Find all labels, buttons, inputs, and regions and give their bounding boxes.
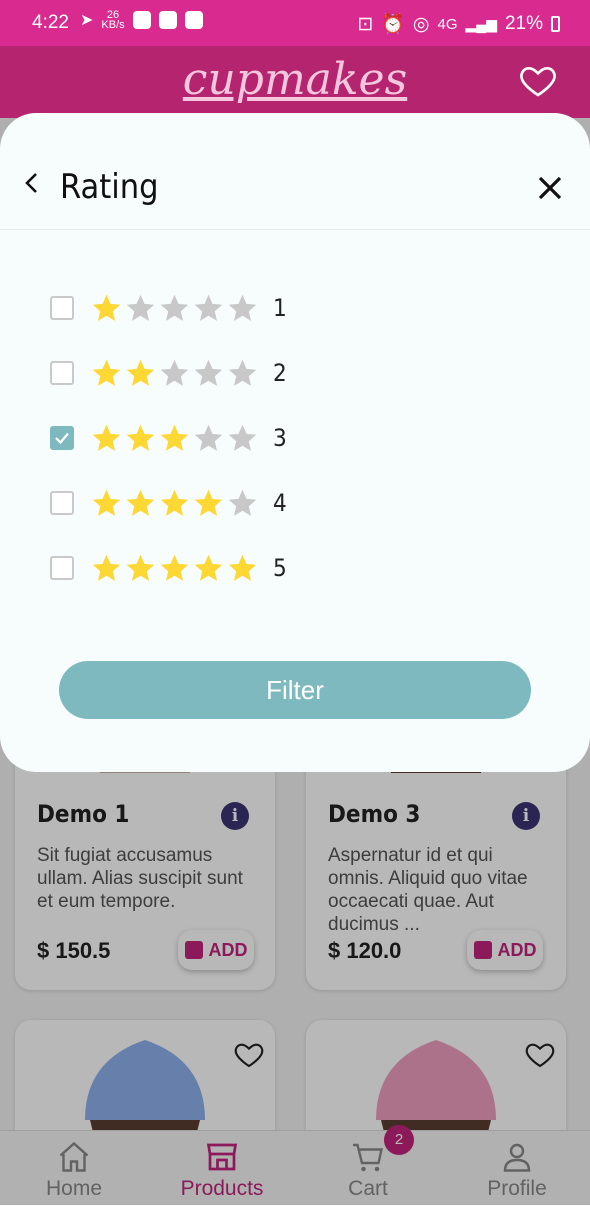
star-filled-icon (160, 489, 189, 516)
status-bar: 4:22 ➤ 26 KB/s ⊡ ⏰ ◎ 4G ▂▄▆ 21% (0, 0, 590, 46)
hotspot-icon: ◎ (412, 13, 430, 35)
rating-checkbox[interactable] (50, 296, 74, 320)
star-rating (90, 292, 259, 325)
star-filled-icon (126, 489, 155, 516)
status-left-icons: ➤ 26 KB/s (80, 9, 203, 31)
close-icon[interactable] (535, 173, 565, 203)
battery-text: 21% (504, 13, 543, 34)
star-filled-icon (126, 554, 155, 581)
star-filled-icon (160, 424, 189, 451)
star-empty-icon (228, 294, 257, 321)
star-empty-icon (228, 489, 257, 516)
rating-value: 4 (273, 489, 287, 517)
modal-title: Rating (60, 167, 159, 207)
battery-icon (551, 16, 560, 32)
status-right: ⊡ ⏰ ◎ 4G ▂▄▆ 21% (357, 12, 560, 36)
back-arrow-icon[interactable] (20, 171, 44, 195)
status-time: 4:22 (32, 12, 69, 33)
rating-value: 3 (273, 424, 287, 452)
star-filled-icon (126, 424, 155, 451)
lock-icon: ⊡ (357, 13, 374, 35)
star-filled-icon (228, 554, 257, 581)
star-filled-icon (92, 359, 121, 386)
star-filled-icon (92, 424, 121, 451)
rating-value: 2 (273, 359, 287, 387)
star-empty-icon (194, 424, 223, 451)
star-empty-icon (194, 294, 223, 321)
check-icon (55, 432, 69, 445)
v-app-icon (158, 11, 177, 29)
vpn-icon (132, 11, 151, 29)
alarm-icon: ⏰ (381, 14, 405, 35)
star-empty-icon (228, 359, 257, 386)
telegram-icon: ➤ (80, 12, 94, 29)
star-filled-icon (92, 294, 121, 321)
rating-checkbox[interactable] (50, 556, 74, 580)
app-header: cupmakes (0, 46, 590, 118)
brand-logo: cupmakes (182, 54, 408, 105)
signal-label: 4G (437, 15, 458, 33)
star-empty-icon (228, 424, 257, 451)
star-empty-icon (194, 359, 223, 386)
rating-option[interactable]: 4 (50, 483, 287, 523)
star-rating (90, 422, 259, 455)
rating-value: 5 (273, 554, 287, 582)
rating-value: 1 (273, 294, 287, 322)
star-filled-icon (92, 489, 121, 516)
star-rating (90, 487, 259, 520)
star-filled-icon (194, 489, 223, 516)
filter-button[interactable]: Filter (59, 661, 531, 719)
modal-header: Rating (0, 113, 590, 230)
favorites-heart-icon[interactable] (518, 60, 558, 100)
star-filled-icon (92, 554, 121, 581)
rating-option[interactable]: 3 (50, 418, 287, 458)
star-filled-icon (194, 554, 223, 581)
rating-filter-modal: Rating 1 2 3 4 5 Filter (0, 113, 590, 772)
star-rating (90, 552, 259, 585)
rating-checkbox[interactable] (50, 426, 74, 450)
star-rating (90, 357, 259, 390)
gallery-icon (184, 11, 203, 29)
rating-option[interactable]: 5 (50, 548, 287, 588)
star-filled-icon (160, 554, 189, 581)
signal-icon: ▂▄▆ (465, 15, 497, 32)
rating-option[interactable]: 2 (50, 353, 287, 393)
star-empty-icon (160, 359, 189, 386)
star-empty-icon (160, 294, 189, 321)
rating-checkbox[interactable] (50, 361, 74, 385)
star-empty-icon (126, 294, 155, 321)
star-filled-icon (126, 359, 155, 386)
rating-option[interactable]: 1 (50, 288, 287, 328)
net-speed: 26 KB/s (101, 9, 125, 31)
rating-checkbox[interactable] (50, 491, 74, 515)
